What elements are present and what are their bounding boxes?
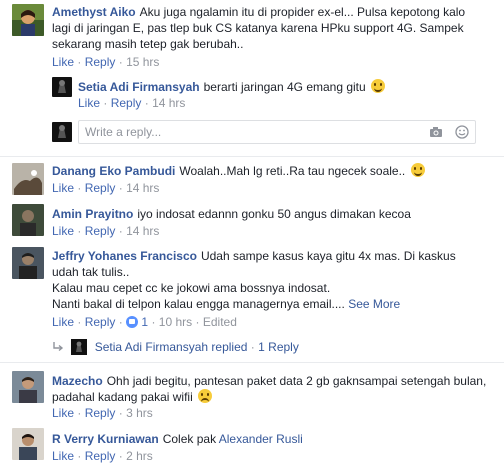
like-button[interactable]: Like [52,181,74,195]
avatar[interactable] [12,247,44,279]
like-count[interactable]: 1 [141,315,148,329]
smiley-icon [371,79,386,93]
comment-author[interactable]: Danang Eko Pambudi [52,164,175,178]
like-count-icon [126,316,139,328]
comment-text: Amethyst Aiko Aku juga ngalamin itu di pr… [52,4,492,52]
mention-link[interactable]: Alexander Rusli [219,432,303,446]
comment-line: Colek pak [162,432,217,446]
comment-author[interactable]: Mazecho [52,374,103,388]
see-more-link[interactable]: See More [348,297,400,311]
avatar[interactable] [12,204,44,236]
comment-text: R Verry Kurniawan Colek pak Alexander Rus… [52,431,492,447]
comment-author[interactable]: Jeffry Yohanes Francisco [52,249,197,263]
reply-arrow-icon [52,340,64,352]
reply-button[interactable]: Reply [85,224,116,238]
like-button[interactable]: Like [52,55,74,69]
replies-count[interactable]: 1 Reply [258,340,299,354]
reply-button[interactable]: Reply [85,181,116,195]
comment-actions: Like · Reply · 2 hrs [52,449,153,463]
like-button[interactable]: Like [52,406,74,420]
replies-label: replied [211,340,248,354]
reply-button[interactable]: Reply [85,315,116,329]
comment-author[interactable]: R Verry Kurniawan [52,432,159,446]
reply-button[interactable]: Reply [85,406,116,420]
comment-actions: Like · Reply · 1 · 10 hrs · Edited [52,315,237,329]
divider [0,362,504,363]
timestamp[interactable]: 15 hrs [126,55,159,69]
comment-text: Danang Eko Pambudi Woalah..Mah lg reti..R… [52,163,492,179]
camera-icon[interactable] [429,125,443,139]
smiley-icon[interactable] [455,125,469,139]
timestamp[interactable]: 14 hrs [126,181,159,195]
avatar[interactable] [12,371,44,403]
comment-line: Udah sampe kasus kaya gitu 4x mas. Di ka… [200,249,456,263]
comment-line: Woalah..Mah lg reti..Ra tau ngecek soale… [179,164,406,178]
comment-text: Amin Prayitno iyo indosat edannn gonku 50… [52,206,492,222]
timestamp[interactable]: 3 hrs [126,406,153,420]
reply-button[interactable]: Reply [85,55,116,69]
comment-line: padahal kadang pakai wifii [52,390,193,404]
comment-line: lagi di jaringan E, pas tlep buk CS kata… [52,21,464,35]
divider [0,156,504,157]
comment-actions: Like · Reply · 15 hrs [52,55,160,69]
comment-line: iyo indosat edannn gonku 50 angus dimaka… [137,207,411,221]
timestamp[interactable]: 2 hrs [126,449,153,463]
comment-author[interactable]: Amin Prayitno [52,207,133,221]
reply-author[interactable]: Setia Adi Firmansyah [78,80,200,94]
reply-line: berarti jaringan 4G emang gitu [203,80,366,94]
comment-actions: Like · Reply · 14 hrs [52,224,160,238]
avatar[interactable] [12,4,44,36]
comment-text: Jeffry Yohanes Francisco Udah sampe kasus… [52,248,492,312]
edited-label[interactable]: Edited [203,315,237,329]
comment-line: udah tak tulis.. [52,265,130,279]
current-user-avatar [52,122,72,142]
like-button[interactable]: Like [78,96,100,110]
sad-face-icon [198,389,213,403]
reply-input[interactable] [79,121,409,143]
smiley-icon [410,163,425,177]
avatar [71,339,88,355]
replies-summary[interactable]: Setia Adi Firmansyah replied · 1 Reply [52,339,299,355]
reply-actions: Like · Reply · 14 hrs [78,96,186,110]
timestamp[interactable]: 10 hrs [159,315,192,329]
like-button[interactable]: Like [52,315,74,329]
timestamp[interactable]: 14 hrs [152,96,185,110]
comment-line: sekarang masih tetep gak berubah.. [52,37,244,51]
comment-line: Kalau mau cepet cc ke jokowi ama bossnya… [52,281,331,295]
comment-author[interactable]: Amethyst Aiko [52,5,136,19]
avatar[interactable] [52,77,72,97]
timestamp[interactable]: 14 hrs [126,224,159,238]
comment-line: Nanti bakal di telpon kalau engga manage… [52,297,345,311]
like-button[interactable]: Like [52,224,74,238]
comment-line: Aku juga ngalamin itu di propider ex-el.… [139,5,466,19]
comment-text: Mazecho Ohh jadi begitu, pantesan paket d… [52,373,492,405]
comment-actions: Like · Reply · 3 hrs [52,406,153,420]
reply-button[interactable]: Reply [85,449,116,463]
like-button[interactable]: Like [52,449,74,463]
reply-box [78,120,476,144]
reply-button[interactable]: Reply [111,96,142,110]
comment-actions: Like · Reply · 14 hrs [52,181,160,195]
replies-author[interactable]: Setia Adi Firmansyah [95,340,208,354]
reply-text: Setia Adi Firmansyah berarti jaringan 4G … [78,79,488,95]
avatar[interactable] [12,163,44,195]
comment-line: Ohh jadi begitu, pantesan paket data 2 g… [106,374,487,388]
avatar[interactable] [12,428,44,460]
